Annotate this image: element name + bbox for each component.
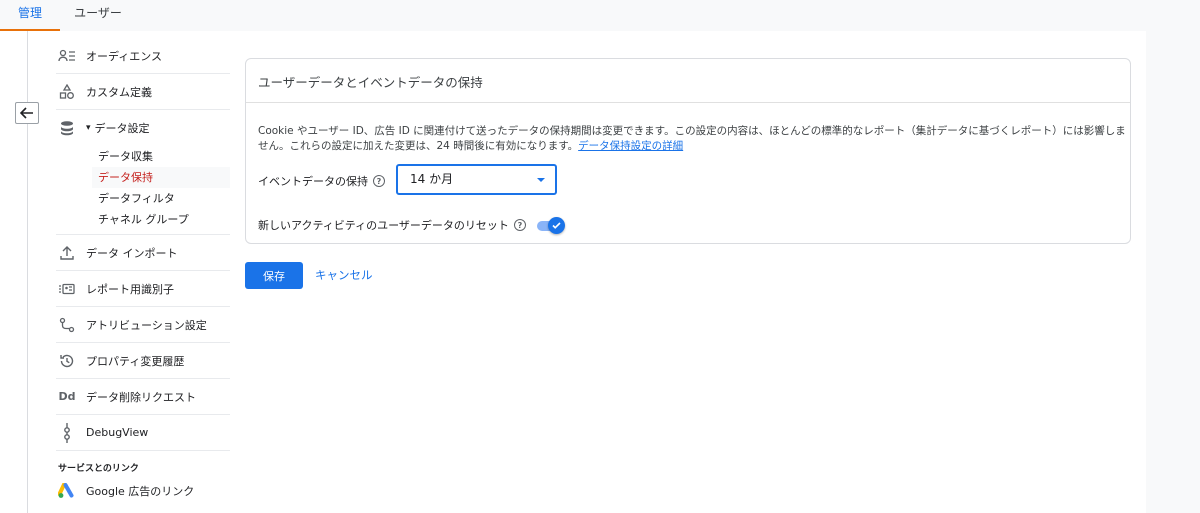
sidebar-item-reporting-identity[interactable]: レポート用識別子 [56,271,230,307]
sidebar-item-label: アトリビューション設定 [86,318,207,332]
card-title: ユーザーデータとイベントデータの保持 [258,75,483,90]
event-retention-select[interactable]: 14 か月 [396,164,557,195]
audience-icon [56,48,78,64]
sidebar-item-attribution[interactable]: アトリビューション設定 [56,307,230,343]
history-icon [56,353,78,369]
sidebar-item-data-import[interactable]: データ インポート [56,235,230,271]
data-retention-card: ユーザーデータとイベントデータの保持 Cookie やユーザー ID、広告 ID… [245,58,1131,244]
google-ads-icon [56,483,78,499]
database-icon [56,120,78,136]
save-button[interactable]: 保存 [245,262,303,289]
upload-icon [56,245,78,261]
sidebar-subitem-data-collection[interactable]: データ収集 [92,146,230,167]
reset-toggle[interactable] [537,217,565,234]
toggle-knob [548,217,565,234]
debug-icon [56,422,78,443]
sidebar-subitem-data-filters[interactable]: データフィルタ [92,188,230,209]
sidebar-item-label: レポート用識別子 [86,282,174,296]
sidebar-item-label: DebugView [86,426,149,439]
check-icon [552,222,561,229]
learn-more-link[interactable]: データ保持設定の詳細 [578,140,683,152]
event-retention-label: イベントデータの保持 [258,175,368,188]
help-icon[interactable]: ? [513,219,526,231]
event-retention-value: 14 か月 [410,172,454,186]
dd-icon: Dd [58,390,76,403]
tab-admin[interactable]: 管理 [0,0,60,31]
reset-row: 新しいアクティビティのユーザーデータのリセット ? [258,217,526,233]
expand-icon: ▾ [86,123,91,133]
sidebar-item-label: データ設定 [94,122,150,135]
sidebar-item-debugview[interactable]: DebugView [56,415,230,451]
sidebar-item-label: データ削除リクエスト [86,390,196,404]
description-text: Cookie やユーザー ID、広告 ID に関連付けて送ったデータの保持期間は… [258,125,1126,152]
sidebar-item-audience[interactable]: オーディエンス [56,38,230,74]
sidebar-item-label: プロパティ変更履歴 [86,354,185,368]
cancel-button[interactable]: キャンセル [315,262,373,289]
help-icon[interactable]: ? [373,175,385,187]
event-retention-row: イベントデータの保持 ? [258,173,385,189]
sidebar-item-label: オーディエンス [86,49,163,63]
sidebar-item-data-settings[interactable]: ▾ データ設定 [56,110,230,146]
sidebar-item-data-deletion[interactable]: Dd データ削除リクエスト [56,379,230,415]
sidebar-subitem-channel-groups[interactable]: チャネル グループ [92,209,230,230]
sidebar-item-label: Google 広告のリンク [86,485,195,498]
sidebar-item-label: カスタム定義 [86,85,152,99]
reset-label: 新しいアクティビティのユーザーデータのリセット [258,219,509,232]
custom-definitions-icon [56,83,78,100]
dropdown-arrow-icon [537,178,545,182]
sidebar-item-custom-definitions[interactable]: カスタム定義 [56,74,230,110]
sidebar-item-change-history[interactable]: プロパティ変更履歴 [56,343,230,379]
identifier-icon [56,281,78,297]
attribution-icon [56,317,78,333]
arrow-left-icon [20,107,33,119]
right-margin [1146,31,1200,513]
card-description: Cookie やユーザー ID、広告 ID に関連付けて送ったデータの保持期間は… [258,124,1130,154]
tab-user[interactable]: ユーザー [66,0,130,31]
sidebar-item-label: データ インポート [86,246,178,260]
top-tab-bar: 管理 ユーザー [0,0,1200,31]
card-divider [246,102,1130,103]
sidebar-subitem-data-retention[interactable]: データ保持 [92,167,230,188]
back-button[interactable] [15,102,39,124]
sidebar-item-google-ads-links[interactable]: Google 広告のリンク [56,473,230,509]
